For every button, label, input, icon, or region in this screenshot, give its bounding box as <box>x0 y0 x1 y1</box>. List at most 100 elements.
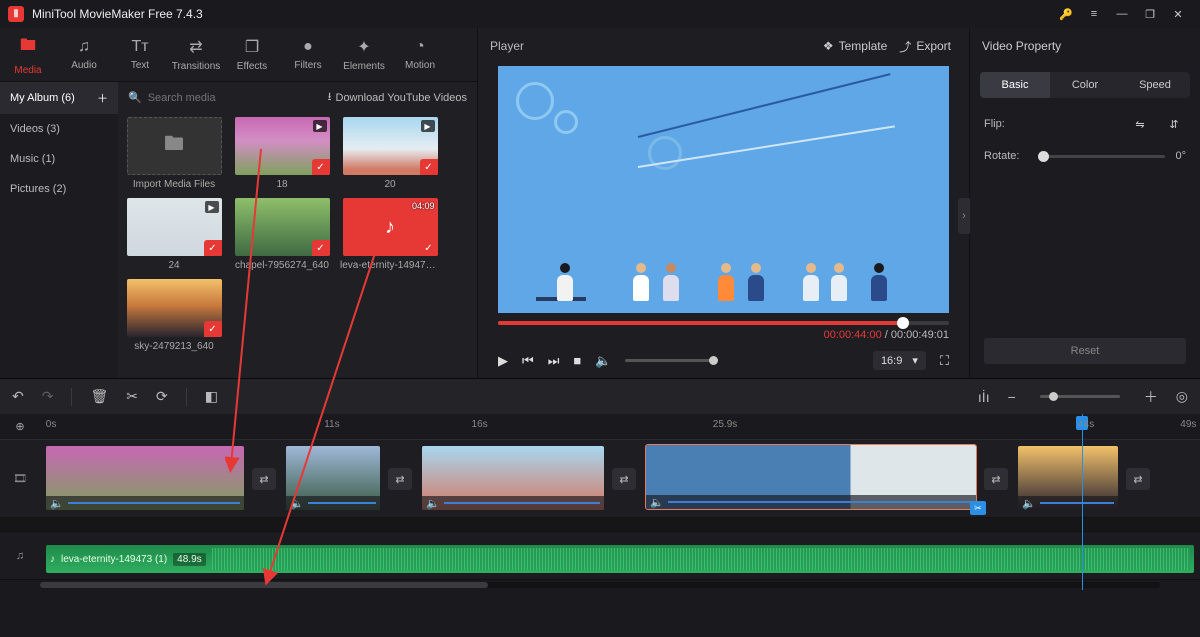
timeline-scrollbar[interactable] <box>0 580 1200 590</box>
transition-slot[interactable]: ⇄ <box>1126 468 1150 490</box>
tab-motion[interactable]: ◔Motion <box>392 28 448 81</box>
clip-volume-icon[interactable]: 🔈 <box>650 496 664 509</box>
search-input[interactable] <box>148 92 322 104</box>
tab-filters[interactable]: ●Filters <box>280 28 336 81</box>
prev-frame-button[interactable]: ⏮ <box>522 353 534 369</box>
transition-slot[interactable]: ⇄ <box>388 468 412 490</box>
reset-button[interactable]: Reset <box>984 338 1186 364</box>
ruler-tick: 49s <box>1180 419 1196 430</box>
zoom-fit-button[interactable]: ◎ <box>1176 388 1188 405</box>
sidebar-item-album[interactable]: My Album (6)＋ <box>0 82 118 114</box>
split-indicator-icon[interactable]: ✂ <box>970 501 986 515</box>
media-sidebar: My Album (6)＋ Videos (3) Music (1) Pictu… <box>0 82 118 378</box>
crop-button[interactable]: ◧ <box>205 388 218 405</box>
clip-volume-icon[interactable]: 🔈 <box>50 497 64 510</box>
sidebar-item-music[interactable]: Music (1) <box>0 144 118 174</box>
aspect-dropdown[interactable]: 16:9▾ <box>873 351 926 370</box>
used-check-icon: ✓ <box>312 240 330 256</box>
speed-button[interactable]: ⟳ <box>156 388 168 405</box>
export-button[interactable]: ⤴Export <box>893 34 957 59</box>
split-button[interactable]: ✂ <box>126 388 138 405</box>
ruler-tick: 16s <box>472 419 488 430</box>
tab-media[interactable]: 🖿Media <box>0 28 56 81</box>
used-check-icon: ✓ <box>312 159 330 175</box>
volume-icon[interactable]: 🔈 <box>595 353 611 369</box>
undo-button[interactable]: ↶ <box>12 388 24 405</box>
tab-effects[interactable]: ❐Effects <box>224 28 280 81</box>
snap-button[interactable]: ıİı <box>978 389 990 405</box>
close-icon[interactable]: ✕ <box>1164 0 1192 28</box>
property-tabs: Basic Color Speed <box>980 72 1190 98</box>
media-panel: 🖿Media ♫Audio TᴛText ⇄Transitions ❐Effec… <box>0 28 478 378</box>
tab-transitions[interactable]: ⇄Transitions <box>168 28 224 81</box>
video-track[interactable]: 🎞 🔈 ⇄ 🔈 ⇄ 🔈 ⇄ 🔈 ✂ ⇄ 🔈 ⇄ <box>0 440 1200 518</box>
media-item[interactable]: ✓ chapel-7956274_640 <box>232 198 332 271</box>
menu-icon[interactable]: ≡ <box>1080 0 1108 28</box>
titlebar: Ⅱ MiniTool MovieMaker Free 7.4.3 🔑 ≡ — ❐… <box>0 0 1200 28</box>
transition-slot[interactable]: ⇄ <box>612 468 636 490</box>
transition-slot[interactable]: ⇄ <box>252 468 276 490</box>
flip-horizontal-button[interactable]: ⇋ <box>1128 114 1152 134</box>
redo-button[interactable]: ↷ <box>42 388 54 405</box>
timeline-clip[interactable]: 🔈 <box>1018 446 1118 510</box>
timeline-audio-clip[interactable]: ♪ leva-eternity-149473 (1) 48.9s <box>46 545 1194 573</box>
transition-slot[interactable]: ⇄ <box>984 468 1008 490</box>
add-album-icon[interactable]: ＋ <box>97 90 108 106</box>
timeline-clip[interactable]: 🔈 <box>46 446 244 510</box>
volume-slider[interactable] <box>625 359 715 362</box>
tab-audio[interactable]: ♫Audio <box>56 28 112 81</box>
tab-elements[interactable]: ✦Elements <box>336 28 392 81</box>
property-panel: › Video Property Basic Color Speed Flip:… <box>970 28 1200 378</box>
media-item[interactable]: ♪04:09✓ leva-eternity-149473 (1) <box>340 198 440 271</box>
collapse-panel-button[interactable]: › <box>958 198 970 234</box>
template-icon: ❖ <box>823 39 834 53</box>
zoom-slider[interactable] <box>1040 395 1120 398</box>
media-item[interactable]: ▶✓ 18 <box>232 117 332 190</box>
media-item[interactable]: ✓ sky-2479213_640 <box>124 279 224 352</box>
text-icon: Tᴛ <box>131 38 148 56</box>
sidebar-item-pictures[interactable]: Pictures (2) <box>0 174 118 204</box>
clip-volume-icon[interactable]: 🔈 <box>426 497 440 510</box>
flip-vertical-button[interactable]: ⇵ <box>1162 114 1186 134</box>
rotate-slider[interactable] <box>1038 155 1165 158</box>
timeline-ruler[interactable]: ⊕ 0s11s16s25.9s44s49s <box>0 414 1200 440</box>
delete-button[interactable]: 🗑 <box>90 388 108 405</box>
zoom-out-button[interactable]: − <box>1008 389 1016 405</box>
play-button[interactable]: ▶ <box>498 353 508 369</box>
next-frame-button[interactable]: ⏭ <box>548 353 560 369</box>
timeline-clip-selected[interactable]: 🔈 <box>646 445 976 509</box>
download-youtube-button[interactable]: ⭳Download YouTube Videos <box>328 88 467 107</box>
license-key-icon[interactable]: 🔑 <box>1052 0 1080 28</box>
ruler-tick: 11s <box>324 419 339 430</box>
zoom-in-button[interactable]: ＋ <box>1144 387 1158 407</box>
template-button[interactable]: ❖Template <box>817 35 893 57</box>
app-title: MiniTool MovieMaker Free 7.4.3 <box>32 7 203 21</box>
clip-volume-icon[interactable]: 🔈 <box>290 497 304 510</box>
player-panel: Player ❖Template ⤴Export <box>478 28 970 378</box>
used-check-icon: ✓ <box>420 240 438 256</box>
download-icon: ⭳ <box>328 88 332 107</box>
timeline-clip[interactable]: 🔈 <box>422 446 604 510</box>
add-track-button[interactable]: ⊕ <box>0 420 40 433</box>
preview-viewport[interactable] <box>498 66 949 313</box>
maximize-icon[interactable]: ❐ <box>1136 0 1164 28</box>
timeline-clip[interactable]: 🔈 <box>286 446 380 510</box>
tab-text[interactable]: TᴛText <box>112 28 168 81</box>
tab-color[interactable]: Color <box>1050 72 1120 98</box>
sidebar-item-videos[interactable]: Videos (3) <box>0 114 118 144</box>
minimize-icon[interactable]: — <box>1108 0 1136 28</box>
scrub-bar[interactable] <box>478 317 969 329</box>
video-badge-icon: ▶ <box>421 120 435 132</box>
fullscreen-button[interactable]: ⛶ <box>940 353 949 369</box>
tab-speed[interactable]: Speed <box>1120 72 1190 98</box>
clip-volume-icon[interactable]: 🔈 <box>1022 497 1036 510</box>
stop-button[interactable]: ■ <box>573 353 581 368</box>
tab-basic[interactable]: Basic <box>980 72 1050 98</box>
media-item[interactable]: ▶✓ 24 <box>124 198 224 271</box>
audio-track[interactable]: ♫ ♪ leva-eternity-149473 (1) 48.9s <box>0 532 1200 580</box>
waveform <box>212 548 1190 570</box>
timeline: ⊕ 0s11s16s25.9s44s49s 🎞 🔈 ⇄ 🔈 ⇄ 🔈 ⇄ 🔈 ✂ … <box>0 414 1200 590</box>
effects-icon: ❐ <box>245 37 259 57</box>
import-media-button[interactable]: 🖿 Import Media Files <box>124 117 224 190</box>
media-item[interactable]: ▶✓ 20 <box>340 117 440 190</box>
